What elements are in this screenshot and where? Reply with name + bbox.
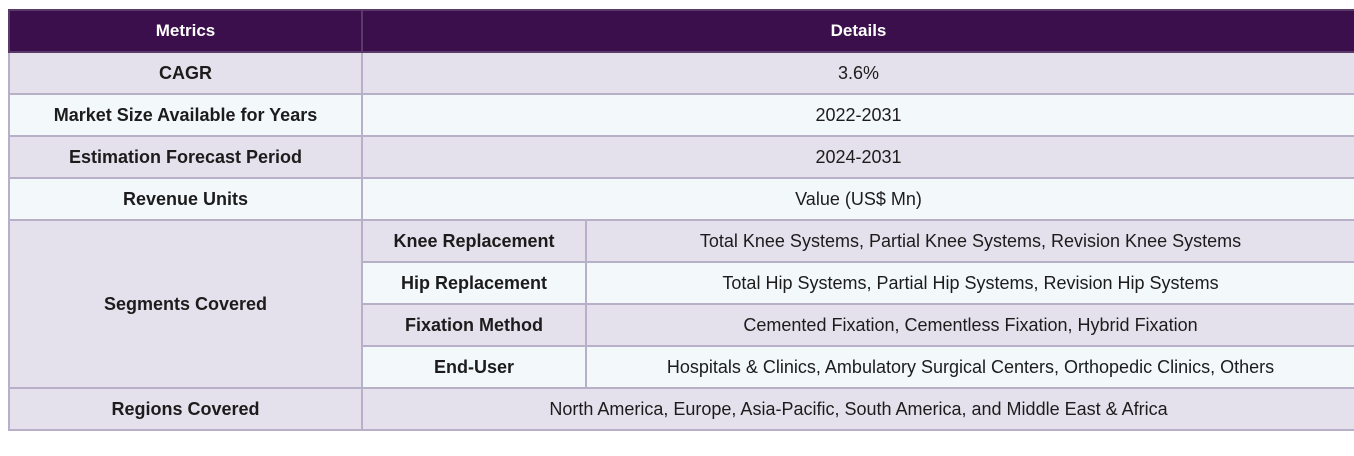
segments-label: Segments Covered: [8, 219, 363, 389]
segment-name: End-User: [361, 345, 587, 389]
report-metrics-table: Metrics Details CAGR 3.6% Market Size Av…: [8, 9, 1354, 431]
forecast-value: 2024-2031: [361, 135, 1354, 179]
revenue-label: Revenue Units: [8, 177, 363, 221]
cagr-label: CAGR: [8, 51, 363, 95]
report-table-container: Metrics Details CAGR 3.6% Market Size Av…: [8, 9, 1354, 431]
table-row-market-size: Market Size Available for Years 2022-203…: [8, 93, 1354, 137]
segment-value: Total Hip Systems, Partial Hip Systems, …: [585, 261, 1354, 305]
segment-value: Total Knee Systems, Partial Knee Systems…: [585, 219, 1354, 263]
table-row-segment-knee: Segments Covered Knee Replacement Total …: [8, 219, 1354, 389]
segment-value: Cemented Fixation, Cementless Fixation, …: [585, 303, 1354, 347]
table-row-revenue: Revenue Units Value (US$ Mn): [8, 177, 1354, 221]
segment-name: Knee Replacement: [361, 219, 587, 263]
segment-name: Hip Replacement: [361, 261, 587, 305]
table-row-regions: Regions Covered North America, Europe, A…: [8, 387, 1354, 431]
header-metrics: Metrics: [8, 9, 363, 53]
market-size-label: Market Size Available for Years: [8, 93, 363, 137]
table-row-cagr: CAGR 3.6%: [8, 51, 1354, 95]
forecast-label: Estimation Forecast Period: [8, 135, 363, 179]
regions-value: North America, Europe, Asia-Pacific, Sou…: [361, 387, 1354, 431]
segment-name: Fixation Method: [361, 303, 587, 347]
header-details: Details: [361, 9, 1354, 53]
segment-value: Hospitals & Clinics, Ambulatory Surgical…: [585, 345, 1354, 389]
regions-label: Regions Covered: [8, 387, 363, 431]
table-header-row: Metrics Details: [8, 9, 1354, 53]
revenue-value: Value (US$ Mn): [361, 177, 1354, 221]
market-size-value: 2022-2031: [361, 93, 1354, 137]
cagr-value: 3.6%: [361, 51, 1354, 95]
table-row-forecast: Estimation Forecast Period 2024-2031: [8, 135, 1354, 179]
